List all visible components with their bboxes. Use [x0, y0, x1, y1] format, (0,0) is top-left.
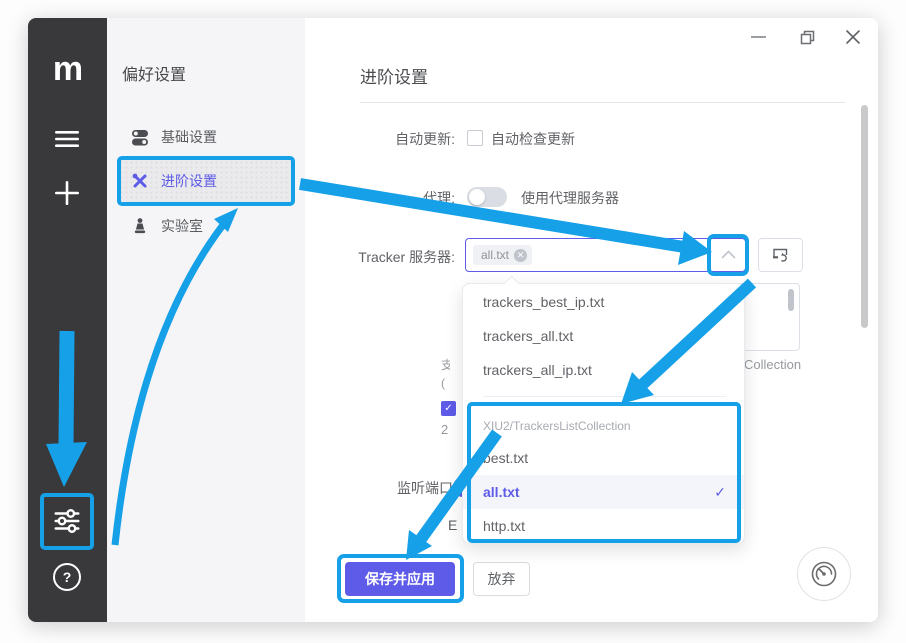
hint-text-fragment: 支: [441, 356, 450, 373]
sync-trackers-button[interactable]: [758, 238, 803, 272]
lab-icon: [131, 217, 149, 235]
sidebar-item-lab[interactable]: 实验室: [119, 206, 295, 246]
sidebar-item-advanced-settings[interactable]: 进阶设置: [119, 160, 295, 202]
sidebar-item-basic-settings[interactable]: 基础设置: [119, 117, 295, 157]
proxy-toggle-label: 使用代理服务器: [521, 188, 619, 208]
hamburger-icon: [54, 130, 80, 148]
dropdown-group-label: XIU2/TrackersListCollection: [463, 412, 744, 440]
dropdown-item-selected[interactable]: all.txt ✓: [463, 475, 744, 509]
sidebar-item-label: 基础设置: [161, 127, 217, 147]
tracker-tag: all.txt ✕: [473, 245, 532, 265]
dropdown-item[interactable]: http.txt: [463, 509, 744, 543]
sidebar-item-label: 进阶设置: [161, 171, 217, 191]
motrix-logo: m: [48, 50, 88, 88]
save-apply-button[interactable]: 保存并应用: [345, 562, 455, 596]
tracker-label: Tracker 服务器:: [305, 247, 455, 267]
proxy-toggle[interactable]: [467, 187, 507, 207]
close-button[interactable]: [845, 29, 861, 45]
divider: [360, 102, 845, 103]
dropdown-item[interactable]: trackers_best_ip.txt: [463, 285, 744, 319]
task-list-button[interactable]: [52, 124, 82, 154]
screenshot-canvas: m ? 偏好设置: [0, 0, 906, 643]
textarea-scrollbar[interactable]: [788, 289, 794, 311]
sync-date-fragment: 2: [441, 422, 448, 437]
speedometer-icon: [810, 560, 838, 588]
hint-text-collection: Collection: [744, 357, 801, 372]
plus-icon: [54, 180, 80, 206]
dropdown-item[interactable]: trackers_all_ip.txt: [463, 353, 744, 387]
tag-remove-icon[interactable]: ✕: [514, 249, 527, 262]
listen-port-label: 监听端口: [305, 478, 453, 498]
help-button[interactable]: ?: [53, 563, 81, 591]
tracker-dropdown: trackers_best_ip.txt trackers_all.txt tr…: [462, 283, 745, 544]
discard-button[interactable]: 放弃: [473, 562, 530, 596]
tracker-tag-label: all.txt: [481, 248, 509, 262]
page-title: 进阶设置: [360, 63, 428, 88]
maximize-icon: [800, 30, 815, 45]
auto-update-label: 自动更新:: [305, 129, 455, 149]
dropdown-item-label: all.txt: [483, 484, 520, 500]
check-icon: ✓: [714, 475, 726, 509]
select-collapse-control[interactable]: [721, 250, 736, 259]
sliders-icon: [52, 506, 82, 536]
proxy-label: 代理:: [305, 188, 455, 208]
chevron-up-icon: [721, 250, 736, 259]
minimize-button[interactable]: [751, 36, 766, 38]
toggles-icon: [131, 128, 149, 146]
sidebar-item-label: 实验室: [161, 216, 203, 236]
sync-daily-checkbox[interactable]: ✓: [441, 401, 456, 416]
hint-text-fragment-2: (: [441, 376, 449, 390]
text-fragment: E: [448, 517, 457, 533]
close-icon: [845, 29, 861, 45]
auto-update-checkbox-label: 自动检查更新: [491, 129, 575, 149]
main-scrollbar[interactable]: [861, 105, 868, 328]
add-task-button[interactable]: [52, 178, 82, 208]
tools-icon: [131, 172, 149, 190]
maximize-button[interactable]: [800, 30, 815, 45]
sync-icon: [772, 247, 789, 263]
dropdown-item[interactable]: best.txt: [463, 441, 744, 475]
dropdown-divider: [483, 396, 726, 397]
preferences-title: 偏好设置: [122, 61, 186, 85]
auto-update-checkbox[interactable]: [467, 130, 483, 146]
dropdown-item[interactable]: trackers_all.txt: [463, 319, 744, 353]
speed-limit-button[interactable]: [797, 547, 851, 601]
preferences-panel: [107, 18, 305, 622]
settings-button[interactable]: [52, 506, 82, 536]
